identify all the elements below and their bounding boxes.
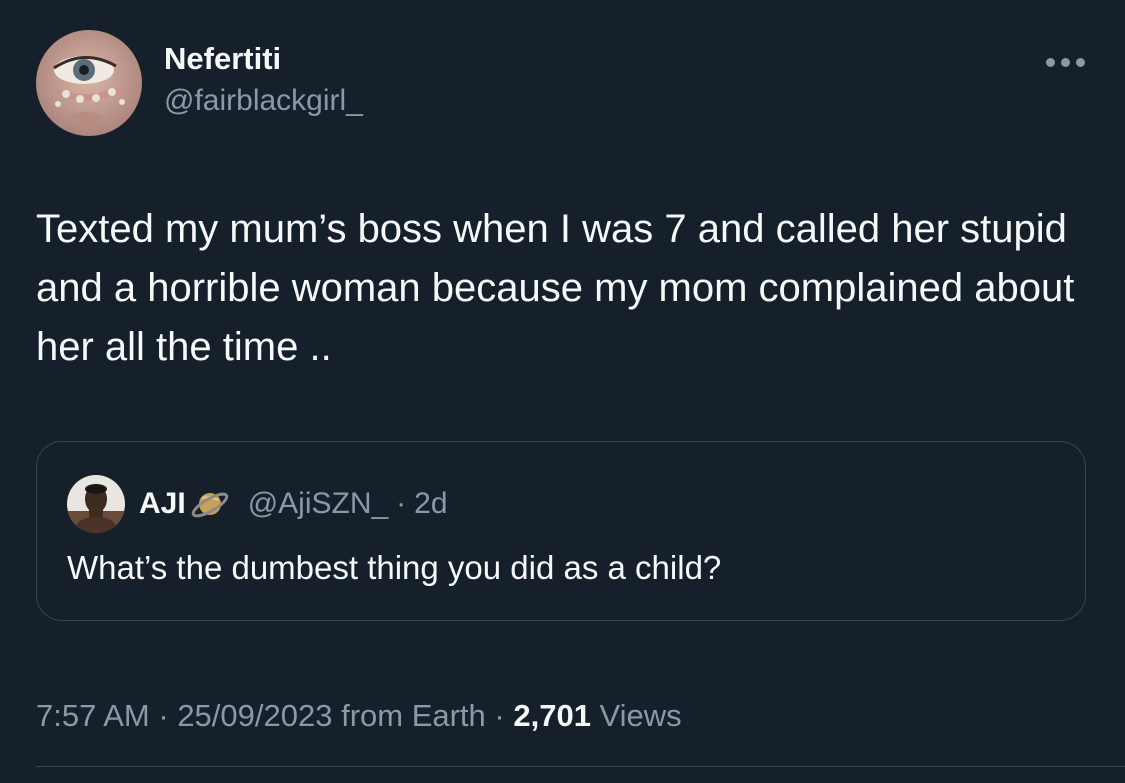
tweet-date[interactable]: 25/09/2023 [177,698,332,733]
dot [1076,58,1085,67]
more-options-icon[interactable] [1046,58,1085,67]
author-names: Nefertiti @fairblackgirl_ [164,41,363,120]
author-display-name[interactable]: Nefertiti [164,40,363,78]
separator: · [485,698,514,733]
tweet-meta: 7:57 AM · 25/09/2023 from Earth · 2,701 … [36,694,682,738]
avatar-image [36,30,142,136]
tweet-detail: Nefertiti @fairblackgirl_ Texted my mum’… [0,0,1125,783]
separator: · [396,487,407,520]
views-count[interactable]: 2,701 [513,698,591,733]
dot [1046,58,1055,67]
quoted-avatar-image [67,475,125,533]
tweet-header: Nefertiti @fairblackgirl_ [36,30,363,136]
quoted-tweet-card[interactable]: AJI @AjiSZN_ · 2d What’s the dumbest thi… [36,441,1086,621]
tweet-text: Texted my mum’s boss when I was 7 and ca… [36,207,1075,369]
quoted-author-avatar [67,475,125,533]
quoted-tweet-text: What’s the dumbest thing you did as a ch… [67,549,722,586]
quoted-timestamp: 2d [414,487,448,520]
separator: · [149,698,178,733]
tweet-time[interactable]: 7:57 AM [36,698,150,733]
dot [1061,58,1070,67]
quoted-tweet-header: AJI @AjiSZN_ · 2d [67,474,448,534]
saturn-icon [191,492,228,518]
quoted-display-name: AJI [139,487,186,520]
divider [36,766,1125,767]
tweet-source: from Earth [332,698,486,733]
author-handle[interactable]: @fairblackgirl_ [164,82,363,120]
quoted-handle: @AjiSZN_ [247,487,389,520]
views-label[interactable]: Views [591,698,682,733]
author-avatar[interactable] [36,30,142,136]
